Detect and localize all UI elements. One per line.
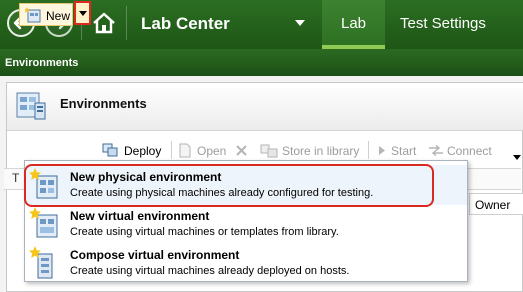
app-title: Lab Center bbox=[141, 14, 230, 33]
tab-lab-label: Lab bbox=[340, 15, 367, 32]
toolbar-divider bbox=[368, 141, 369, 159]
home-button[interactable] bbox=[91, 10, 117, 41]
menu-item-description: Create using virtual machines or templat… bbox=[70, 226, 339, 238]
compose-environment-icon bbox=[29, 246, 53, 279]
store-in-library-icon bbox=[260, 144, 278, 158]
tab-test-settings[interactable]: Test Settings bbox=[400, 15, 486, 32]
divider bbox=[126, 6, 127, 40]
new-environment-menu: New physical environment Create using ph… bbox=[24, 160, 468, 282]
start-icon bbox=[379, 146, 385, 155]
new-button[interactable]: New bbox=[19, 3, 73, 26]
panel-header: Environments bbox=[7, 83, 523, 131]
dropdown-arrow-icon bbox=[79, 11, 87, 16]
dropdown-caret-icon[interactable] bbox=[295, 20, 305, 26]
tab-lab[interactable]: Lab bbox=[322, 0, 385, 49]
environments-icon bbox=[16, 92, 46, 120]
menu-item-title: New physical environment bbox=[70, 170, 222, 184]
toolbar-divider bbox=[171, 141, 172, 159]
grid-column-header-first[interactable]: T bbox=[12, 171, 19, 185]
delete-icon bbox=[236, 145, 247, 156]
deploy-button[interactable]: Deploy bbox=[124, 144, 161, 158]
menu-item-title: Compose virtual environment bbox=[70, 248, 240, 262]
breadcrumb: Environments bbox=[0, 49, 523, 76]
menu-item-new-virtual-environment[interactable]: New virtual environment Create using vir… bbox=[25, 204, 467, 244]
panel-title: Environments bbox=[60, 96, 147, 111]
connect-button[interactable]: Connect bbox=[447, 144, 492, 158]
owner-column-label: Owner bbox=[475, 198, 511, 212]
physical-environment-icon bbox=[29, 168, 58, 199]
breadcrumb-environments[interactable]: Environments bbox=[5, 57, 78, 69]
start-button[interactable]: Start bbox=[391, 144, 416, 158]
new-button-label: New bbox=[46, 9, 71, 23]
new-dropdown-button[interactable] bbox=[74, 1, 91, 25]
grid-column-header-owner[interactable]: Owner bbox=[469, 193, 523, 215]
open-button[interactable]: Open bbox=[197, 144, 226, 158]
new-environment-icon bbox=[25, 7, 41, 23]
menu-item-compose-virtual-environment[interactable]: Compose virtual environment Create using… bbox=[25, 243, 467, 283]
connect-icon bbox=[429, 145, 443, 156]
store-in-library-button[interactable]: Store in library bbox=[282, 144, 359, 158]
menu-item-description: Create using physical machines already c… bbox=[70, 187, 374, 199]
virtual-environment-icon bbox=[29, 207, 58, 238]
menu-item-new-physical-environment[interactable]: New physical environment Create using ph… bbox=[25, 165, 467, 205]
menu-item-title: New virtual environment bbox=[70, 209, 210, 223]
home-icon bbox=[93, 12, 115, 34]
toolbar-overflow-icon[interactable] bbox=[513, 155, 521, 160]
deploy-icon bbox=[102, 143, 118, 157]
open-icon bbox=[179, 143, 191, 158]
menu-item-description: Create using virtual machines already de… bbox=[70, 265, 350, 277]
